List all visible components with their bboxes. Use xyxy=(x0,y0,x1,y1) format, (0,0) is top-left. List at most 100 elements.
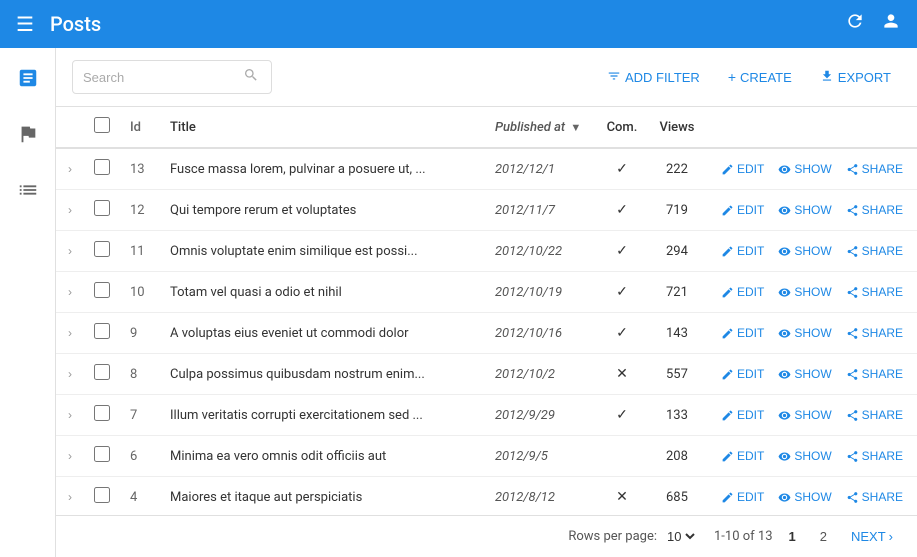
expand-button[interactable]: › xyxy=(64,160,76,178)
row-published: 2012/9/29 xyxy=(487,395,597,436)
refresh-button[interactable] xyxy=(845,11,865,37)
edit-button[interactable]: EDIT xyxy=(715,282,770,302)
create-button[interactable]: + CREATE xyxy=(718,63,802,91)
sidebar-item-list[interactable] xyxy=(10,172,46,208)
edit-button[interactable]: EDIT xyxy=(715,364,770,384)
rows-per-page-label: Rows per page: xyxy=(568,529,657,544)
next-page-button[interactable]: NEXT › xyxy=(843,526,901,547)
row-checkbox[interactable] xyxy=(94,446,110,462)
com-check-icon: ✓ xyxy=(616,202,628,218)
page-2-button[interactable]: 2 xyxy=(812,526,835,547)
account-button[interactable] xyxy=(881,11,901,37)
show-button[interactable]: SHOW xyxy=(772,446,837,466)
row-title: A voluptas eius eveniet ut commodi dolor xyxy=(162,313,487,354)
sidebar-item-flag[interactable] xyxy=(10,116,46,152)
share-button[interactable]: SHARE xyxy=(840,405,909,425)
row-id: 12 xyxy=(122,190,162,231)
expand-button[interactable]: › xyxy=(64,365,76,383)
row-com xyxy=(597,436,647,477)
rows-per-page: Rows per page: 10 25 50 xyxy=(568,528,698,545)
edit-button[interactable]: EDIT xyxy=(715,446,770,466)
row-published: 2012/9/5 xyxy=(487,436,597,477)
expand-button[interactable]: › xyxy=(64,406,76,424)
show-button[interactable]: SHOW xyxy=(772,159,837,179)
edit-button[interactable]: EDIT xyxy=(715,200,770,220)
share-button[interactable]: SHARE xyxy=(840,487,909,507)
share-button[interactable]: SHARE xyxy=(840,241,909,261)
show-button[interactable]: SHOW xyxy=(772,200,837,220)
show-label: SHOW xyxy=(794,162,831,176)
com-check-icon: ✓ xyxy=(616,325,628,341)
show-button[interactable]: SHOW xyxy=(772,323,837,343)
share-button[interactable]: SHARE xyxy=(840,159,909,179)
table-row: › 13 Fusce massa lorem, pulvinar a posue… xyxy=(56,148,917,190)
table-row: › 4 Maiores et itaque aut perspiciatis 2… xyxy=(56,477,917,516)
row-views: 143 xyxy=(647,313,707,354)
row-checkbox[interactable] xyxy=(94,364,110,380)
show-label: SHOW xyxy=(794,285,831,299)
col-check-header[interactable] xyxy=(86,107,122,148)
edit-button[interactable]: EDIT xyxy=(715,159,770,179)
search-box[interactable] xyxy=(72,60,272,94)
share-label: SHARE xyxy=(862,367,903,381)
row-actions: EDIT SHOW SHARE xyxy=(707,477,917,516)
share-label: SHARE xyxy=(862,203,903,217)
edit-button[interactable]: EDIT xyxy=(715,405,770,425)
show-button[interactable]: SHOW xyxy=(772,241,837,261)
sidebar-item-posts[interactable] xyxy=(10,60,46,96)
next-arrow-icon: › xyxy=(889,529,893,544)
expand-button[interactable]: › xyxy=(64,488,76,506)
share-button[interactable]: SHARE xyxy=(840,364,909,384)
select-all-checkbox[interactable] xyxy=(94,117,110,133)
row-checkbox[interactable] xyxy=(94,487,110,503)
edit-label: EDIT xyxy=(737,326,764,340)
expand-button[interactable]: › xyxy=(64,201,76,219)
row-checkbox[interactable] xyxy=(94,159,110,175)
share-label: SHARE xyxy=(862,490,903,504)
search-input[interactable] xyxy=(83,70,243,85)
share-button[interactable]: SHARE xyxy=(840,282,909,302)
export-button[interactable]: EXPORT xyxy=(810,63,901,92)
com-check-icon: ✓ xyxy=(616,407,628,423)
table-row: › 6 Minima ea vero omnis odit officiis a… xyxy=(56,436,917,477)
data-table: Id Title Published at ▼ Com. Views › 13 … xyxy=(56,107,917,515)
expand-button[interactable]: › xyxy=(64,283,76,301)
row-checkbox[interactable] xyxy=(94,405,110,421)
row-id: 13 xyxy=(122,148,162,190)
row-checkbox[interactable] xyxy=(94,200,110,216)
row-published: 2012/10/2 xyxy=(487,354,597,395)
row-title: Totam vel quasi a odio et nihil xyxy=(162,272,487,313)
col-published-header[interactable]: Published at ▼ xyxy=(487,107,597,148)
show-label: SHOW xyxy=(794,490,831,504)
row-checkbox[interactable] xyxy=(94,241,110,257)
sidebar xyxy=(0,48,56,557)
show-label: SHOW xyxy=(794,367,831,381)
show-button[interactable]: SHOW xyxy=(772,364,837,384)
col-com-header: Com. xyxy=(597,107,647,148)
row-id: 4 xyxy=(122,477,162,516)
pagination-range: 1-10 of 13 xyxy=(714,529,773,544)
row-checkbox[interactable] xyxy=(94,282,110,298)
edit-button[interactable]: EDIT xyxy=(715,241,770,261)
expand-button[interactable]: › xyxy=(64,447,76,465)
row-actions: EDIT SHOW SHARE xyxy=(707,436,917,477)
share-button[interactable]: SHARE xyxy=(840,200,909,220)
share-button[interactable]: SHARE xyxy=(840,323,909,343)
page-1-button[interactable]: 1 xyxy=(781,526,804,547)
menu-icon[interactable]: ☰ xyxy=(16,12,34,36)
expand-button[interactable]: › xyxy=(64,324,76,342)
edit-label: EDIT xyxy=(737,490,764,504)
row-actions: EDIT SHOW SHARE xyxy=(707,313,917,354)
row-title: Culpa possimus quibusdam nostrum enim... xyxy=(162,354,487,395)
add-filter-button[interactable]: ADD FILTER xyxy=(597,63,710,92)
expand-button[interactable]: › xyxy=(64,242,76,260)
rows-per-page-select[interactable]: 10 25 50 xyxy=(663,528,698,545)
edit-button[interactable]: EDIT xyxy=(715,323,770,343)
row-title: Minima ea vero omnis odit officiis aut xyxy=(162,436,487,477)
row-checkbox[interactable] xyxy=(94,323,110,339)
show-button[interactable]: SHOW xyxy=(772,405,837,425)
edit-button[interactable]: EDIT xyxy=(715,487,770,507)
show-button[interactable]: SHOW xyxy=(772,487,837,507)
share-button[interactable]: SHARE xyxy=(840,446,909,466)
show-button[interactable]: SHOW xyxy=(772,282,837,302)
